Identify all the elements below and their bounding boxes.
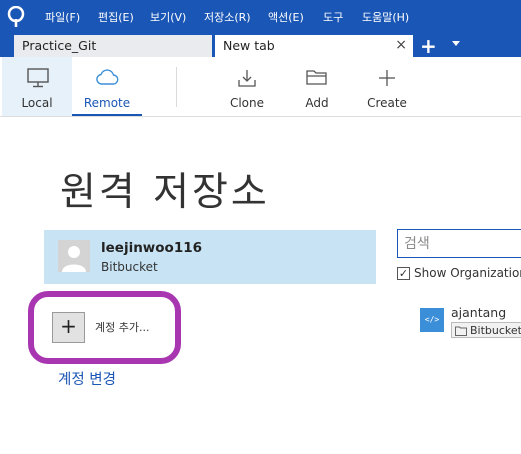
menu-actions[interactable]: 액션(E) bbox=[268, 9, 304, 25]
add-account-button[interactable]: + bbox=[52, 312, 85, 343]
tab-bar: Practice_Git New tab × + bbox=[0, 33, 521, 58]
avatar bbox=[58, 240, 90, 272]
code-repo-icon: </> bbox=[420, 308, 444, 332]
show-organization-checkbox[interactable]: ✓ bbox=[397, 267, 410, 280]
list-item[interactable]: </> ajantang Bitbucket bbox=[420, 305, 521, 341]
remote-button[interactable]: Remote bbox=[72, 57, 142, 116]
tab-new-tab[interactable]: New tab × bbox=[215, 35, 413, 57]
new-tab-button[interactable]: + bbox=[420, 34, 437, 58]
clone-label: Clone bbox=[229, 96, 265, 110]
account-host: Bitbucket bbox=[101, 260, 158, 274]
menu-repository[interactable]: 저장소(R) bbox=[204, 9, 251, 25]
menu-edit[interactable]: 편집(E) bbox=[98, 9, 134, 25]
chevron-down-icon[interactable] bbox=[452, 41, 460, 46]
account-card-selected[interactable]: leejinwoo116 Bitbucket bbox=[44, 230, 376, 284]
show-organization-label: Show Organization bbox=[414, 266, 521, 280]
clone-button[interactable]: Clone bbox=[214, 57, 280, 116]
close-icon[interactable]: × bbox=[395, 37, 407, 53]
account-name: leejinwoo116 bbox=[101, 240, 203, 256]
create-label: Create bbox=[367, 96, 407, 110]
tab-label: New tab bbox=[223, 38, 275, 53]
plus-icon bbox=[379, 70, 395, 86]
add-account-label[interactable]: 계정 추가... bbox=[95, 319, 149, 335]
local-button[interactable]: Local bbox=[2, 57, 72, 116]
repo-name: ajantang bbox=[451, 305, 507, 320]
tab-label: Practice_Git bbox=[22, 38, 97, 53]
menu-file[interactable]: 파일(F) bbox=[45, 9, 80, 25]
monitor-icon bbox=[27, 68, 49, 88]
add-label: Add bbox=[305, 96, 329, 110]
create-button[interactable]: Create bbox=[355, 57, 419, 116]
local-label: Local bbox=[21, 96, 53, 110]
folder-icon bbox=[455, 326, 467, 336]
repo-host-badge: Bitbucket bbox=[451, 322, 521, 338]
menu-bar: 파일(F) 편집(E) 보기(V) 저장소(R) 액션(E) 도구 도움말(H) bbox=[0, 0, 521, 33]
download-icon bbox=[238, 70, 256, 87]
user-icon bbox=[58, 240, 90, 272]
menu-help[interactable]: 도움말(H) bbox=[362, 9, 409, 25]
page-title: 원격 저장소 bbox=[60, 170, 270, 215]
search-input[interactable] bbox=[397, 229, 521, 258]
sourcetree-logo-icon bbox=[7, 6, 25, 27]
add-button[interactable]: Add bbox=[290, 57, 344, 116]
folder-icon bbox=[306, 70, 327, 85]
change-account-link[interactable]: 계정 변경 bbox=[58, 368, 116, 389]
menu-view[interactable]: 보기(V) bbox=[150, 9, 186, 25]
repo-host-label: Bitbucket bbox=[470, 324, 521, 337]
menu-tools[interactable]: 도구 bbox=[323, 9, 343, 25]
remote-label: Remote bbox=[83, 96, 131, 110]
cloud-icon bbox=[96, 69, 119, 85]
tab-practice-git[interactable]: Practice_Git bbox=[14, 35, 212, 57]
toolbar-divider bbox=[176, 67, 177, 107]
toolbar: Local Remote Clone Add Create bbox=[0, 57, 521, 117]
